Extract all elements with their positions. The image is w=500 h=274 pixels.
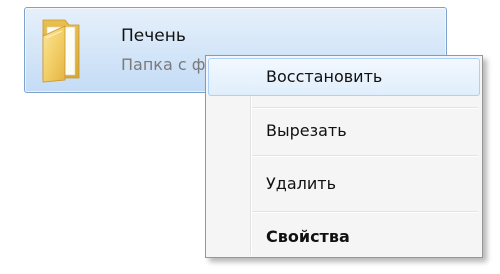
menu-item-cut[interactable]: Вырезать (208, 112, 480, 150)
folder-icon (42, 19, 80, 83)
menu-separator (252, 107, 478, 108)
context-menu: Восстановить Вырезать Удалить Свойства (205, 55, 483, 258)
menu-item-delete[interactable]: Удалить (208, 165, 480, 203)
menu-item-properties[interactable]: Свойства (208, 218, 480, 256)
menu-item-label: Вырезать (266, 121, 347, 140)
menu-separator (252, 155, 478, 156)
menu-separator (252, 211, 478, 212)
file-name: Печень (121, 26, 186, 46)
explorer-view: Печень Папка с ф Восстановить Вырезать У… (0, 0, 500, 274)
menu-item-restore[interactable]: Восстановить (208, 58, 480, 96)
menu-item-label: Свойства (266, 227, 350, 246)
menu-item-label: Удалить (266, 174, 336, 193)
menu-item-label: Восстановить (266, 67, 383, 86)
